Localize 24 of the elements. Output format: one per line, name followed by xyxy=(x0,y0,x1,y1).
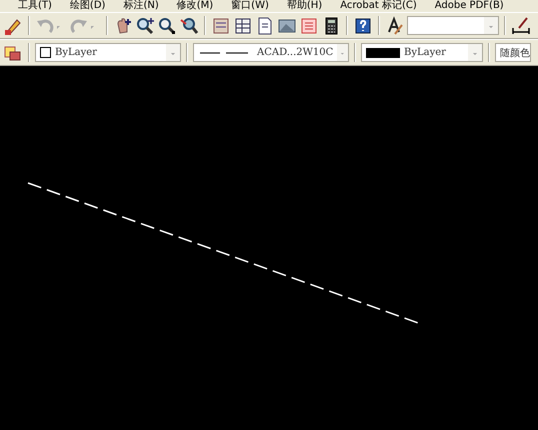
menu-item[interactable]: Adobe PDF(B) xyxy=(434,0,504,12)
color-swatch-icon xyxy=(40,47,51,58)
lineweight-sample-icon xyxy=(366,48,400,58)
magnifier-icon[interactable] xyxy=(157,16,177,36)
menu-item[interactable]: 工具(T) xyxy=(18,0,52,12)
sheet-icon[interactable] xyxy=(299,16,319,36)
menu-item[interactable]: 帮助(H) xyxy=(286,0,322,12)
color-dropdown[interactable]: ByLayer xyxy=(35,43,181,62)
combo-text: ACAD...2W10C xyxy=(257,47,334,58)
lineweight-dropdown[interactable]: ByLayer xyxy=(361,43,483,62)
properties-icon[interactable] xyxy=(211,16,231,36)
text-style-icon[interactable] xyxy=(385,16,405,36)
menu-item[interactable]: Acrobat 标记(C) xyxy=(340,0,417,12)
plot-style-dropdown[interactable]: 随颜色 xyxy=(495,43,531,62)
question-mark-icon[interactable] xyxy=(353,16,373,36)
combo-text: ByLayer xyxy=(404,47,447,58)
combo-text: ByLayer xyxy=(55,47,98,58)
magnifier-icon[interactable] xyxy=(179,16,199,36)
magnifier-icon[interactable] xyxy=(135,16,155,36)
dimension-style-icon[interactable] xyxy=(511,16,531,36)
menu-item[interactable]: 绘图(D) xyxy=(70,0,106,12)
table-icon[interactable] xyxy=(233,16,253,36)
menu-item[interactable]: 修改(M) xyxy=(176,0,214,12)
linetype-dropdown[interactable]: ACAD...2W10C xyxy=(193,43,349,62)
